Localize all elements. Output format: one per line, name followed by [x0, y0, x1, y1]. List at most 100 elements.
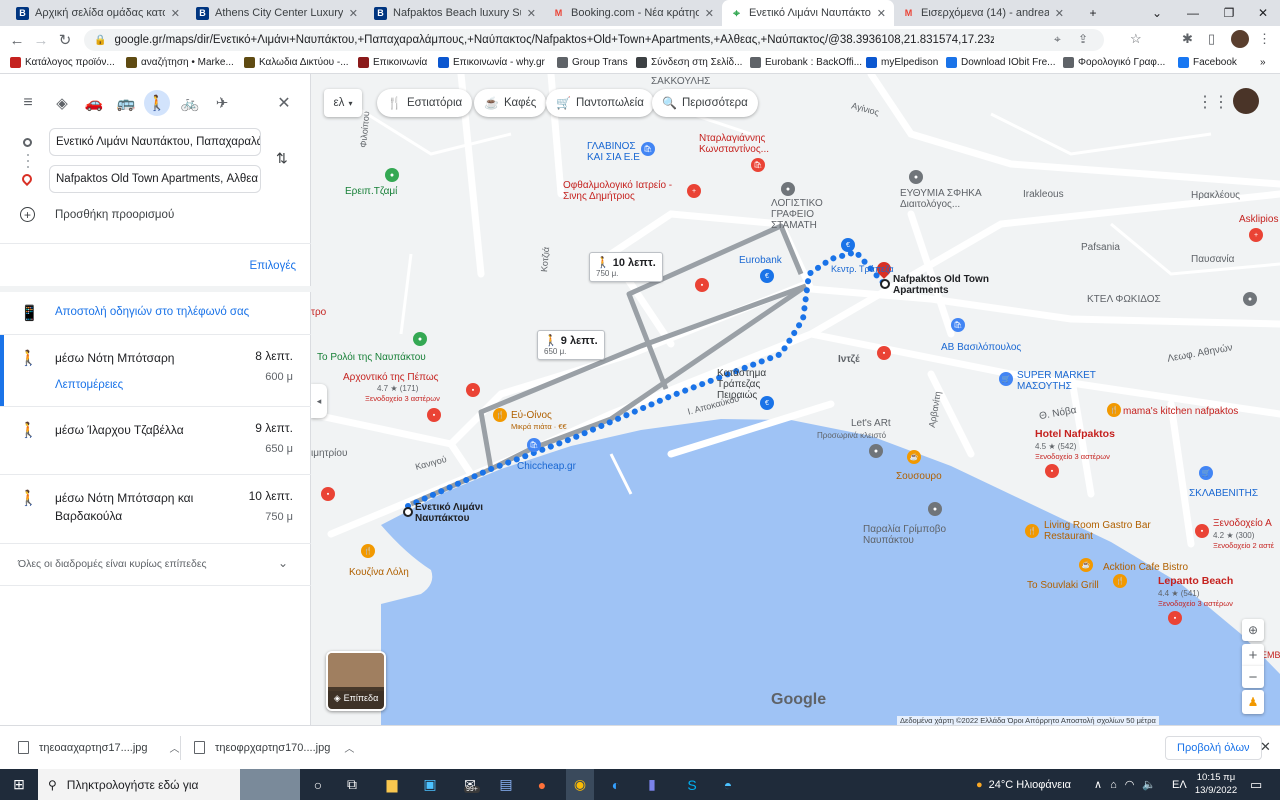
language-indicator[interactable]: ΕΛ [1172, 769, 1187, 800]
forward-icon[interactable]: → [30, 26, 52, 54]
profile-avatar[interactable] [1231, 30, 1249, 48]
bookmark-item[interactable]: Επικοινωνία - why.gr [438, 57, 545, 68]
flight-icon[interactable]: ✈ [210, 92, 234, 114]
hotel-marker-icon[interactable]: ▪ [1195, 524, 1209, 538]
task-view-icon[interactable]: ⧉ [340, 769, 364, 800]
add-destination-link[interactable]: Προσθήκη προορισμού [55, 209, 174, 221]
mail-icon[interactable]: ✉ 99+ [456, 769, 484, 800]
shop-marker-icon[interactable]: 🛒 [1199, 466, 1213, 480]
bank-marker-icon[interactable]: € [841, 238, 855, 252]
car-icon[interactable]: 🚗 [82, 92, 106, 114]
browser-tab[interactable]: B Athens City Center Luxury Suite ✕ [188, 0, 366, 26]
route-time-bubble-10min[interactable]: 🚶 10 λεπτ. 750 μ. [589, 252, 663, 282]
reload-icon[interactable]: ↻ [54, 26, 76, 54]
route-option[interactable]: 🚶 μέσω Ίλαρχου Τζαβέλλα 9 λεπτ. 650 μ [0, 407, 311, 475]
end-marker-icon[interactable] [880, 279, 890, 289]
browser-tab[interactable]: B Nafpaktos Beach luxury Suites ✕ [366, 0, 544, 26]
bank-marker-icon[interactable]: € [760, 396, 774, 410]
chevron-down-icon[interactable]: ⌄ [278, 556, 288, 570]
close-icon[interactable]: ✕ [1260, 739, 1271, 755]
bookmark-item[interactable]: Κατάλογος προϊόν... [10, 57, 115, 68]
bookmark-item[interactable]: myElpedison [866, 57, 938, 68]
chrome-icon[interactable]: ◉ [566, 769, 594, 800]
start-marker-icon[interactable] [403, 507, 413, 517]
extensions-icon[interactable]: ✱ [1182, 31, 1193, 47]
close-tab-icon[interactable]: ✕ [877, 7, 886, 20]
health-marker-icon[interactable]: + [1249, 228, 1263, 242]
close-tab-icon[interactable]: ✕ [705, 7, 714, 20]
restaurant-marker-icon[interactable]: 🍴 [493, 408, 507, 422]
download-item[interactable]: τηεοααχαρτησ17....jpg ︿ [18, 740, 180, 755]
landmark-marker-icon[interactable]: ● [413, 332, 427, 346]
my-location-button[interactable]: ⊕ [1242, 619, 1264, 641]
bookmark-item[interactable]: Σύνδεση στη Σελίδ... [636, 57, 742, 68]
file-explorer-icon[interactable]: ▆ [380, 769, 404, 800]
shop-marker-icon[interactable]: ● [869, 444, 883, 458]
route-option[interactable]: 🚶 μέσω Νότη Μπότσαρη και Βαρδακούλα 10 λεπ… [0, 475, 311, 543]
route-option[interactable]: 🚶 μέσω Νότη Μπότσαρη 8 λεπτ. 600 μ Λεπτομέρε… [0, 335, 311, 407]
bookmark-item[interactable]: αναζήτηση • Marke... [126, 57, 234, 68]
zoom-in-button[interactable]: + [1242, 644, 1264, 666]
apps-grid-icon[interactable]: ⋮⋮ [1197, 92, 1229, 112]
close-tab-icon[interactable]: ✕ [1055, 7, 1064, 20]
messenger-icon[interactable]: ◓ [716, 769, 740, 800]
shop-marker-icon[interactable]: 🛍 [641, 142, 655, 156]
bookmark-item[interactable]: Eurobank : BackOffi... [750, 57, 862, 68]
bookmark-item[interactable]: Επικοινωνία [358, 57, 427, 68]
new-tab-button[interactable]: + [1076, 0, 1110, 26]
place-marker-icon[interactable]: ● [928, 502, 942, 516]
swap-icon[interactable]: ⇅ [276, 150, 288, 167]
clock[interactable]: 10:15 πμ 13/9/2022 [1194, 771, 1238, 797]
maximize-icon[interactable]: ❐ [1212, 0, 1246, 26]
more-bookmarks-icon[interactable]: » [1260, 57, 1266, 68]
language-select[interactable]: ελ ▾ [324, 89, 362, 117]
shop-marker-icon[interactable]: 🛍 [527, 438, 541, 452]
chevron-up-icon[interactable]: ︿ [170, 740, 180, 755]
skype-icon[interactable]: S [680, 769, 704, 800]
category-chip[interactable]: 🛒 Παντοπωλεία [546, 89, 654, 117]
route-time-bubble-9min[interactable]: 🚶 9 λεπτ. 650 μ. [537, 330, 605, 360]
collapse-panel-button[interactable]: ◂ [311, 384, 327, 418]
bookmark-item[interactable]: Facebook [1178, 57, 1237, 68]
browser-tab[interactable]: M Εισερχόμενα (14) - andreaskal ✕ [894, 0, 1072, 26]
hotel-marker-icon[interactable]: ▪ [427, 408, 441, 422]
cortana-icon[interactable]: ○ [306, 769, 330, 800]
minimize-icon[interactable]: — [1176, 0, 1210, 26]
shop-marker-icon[interactable]: 🛍 [751, 158, 765, 172]
firefox-icon[interactable]: ● [530, 769, 554, 800]
hotel-marker-icon[interactable]: ▪ [877, 346, 891, 360]
browser-tab[interactable]: ⌖ Ενετικό Λιμάνι Ναυπάκτου πρ ✕ [722, 0, 894, 26]
restaurant-marker-icon[interactable]: 🍴 [1113, 574, 1127, 588]
shop-marker-icon[interactable]: 🛍 [951, 318, 965, 332]
hotel-marker-icon[interactable]: ▪ [466, 383, 480, 397]
chevron-up-icon[interactable]: ︿ [344, 740, 354, 755]
hotel-marker-icon[interactable]: ▪ [695, 278, 709, 292]
category-chip[interactable]: ☕ Καφές [474, 89, 547, 117]
bookmark-item[interactable]: Group Trans [557, 57, 628, 68]
bank-marker-icon[interactable]: € [760, 269, 774, 283]
back-icon[interactable]: ← [6, 26, 28, 54]
route-details-link[interactable]: Λεπτομέρειες [55, 379, 123, 391]
hotel-marker-icon[interactable]: ▪ [321, 487, 335, 501]
menu-icon[interactable]: ⋮ [1258, 31, 1271, 47]
restaurant-marker-icon[interactable]: 🍴 [1107, 403, 1121, 417]
origin-input[interactable]: Ενετικό Λιμάνι Ναυπάκτου, Παπαχαραλά [49, 128, 261, 156]
sidepanel-icon[interactable]: ▯ [1208, 31, 1215, 47]
shop-marker-icon[interactable]: 🛒 [999, 372, 1013, 386]
transit-icon[interactable]: 🚌 [114, 92, 138, 114]
close-tab-icon[interactable]: ✕ [171, 7, 180, 20]
download-item[interactable]: τηεοφρχαρτησ170....jpg ︿ [194, 740, 354, 755]
office-marker-icon[interactable]: ● [909, 170, 923, 184]
share-icon[interactable]: ⇪ [1078, 32, 1088, 46]
send-to-phone-link[interactable]: Αποστολή οδηγιών στο τηλέφωνό σας [55, 306, 249, 318]
add-destination-icon[interactable]: + [20, 207, 35, 222]
edge-icon[interactable]: ◐ [604, 769, 628, 800]
browser-tab[interactable]: B Αρχική σελίδα ομάδας καταλυ ✕ [8, 0, 188, 26]
teams-icon[interactable]: ▮ [640, 769, 664, 800]
bookmark-item[interactable]: Καλωδια Δικτύου -... [244, 57, 349, 68]
bookmark-item[interactable]: Download IObit Fre... [946, 57, 1055, 68]
hotel-marker-icon[interactable]: ▪ [1168, 611, 1182, 625]
landmark-marker-icon[interactable]: ● [385, 168, 399, 182]
category-chip[interactable]: 🔍 Περισσότερα [652, 89, 758, 117]
destination-input[interactable]: Nafpaktos Old Town Apartments, Αλθεα [49, 165, 261, 193]
